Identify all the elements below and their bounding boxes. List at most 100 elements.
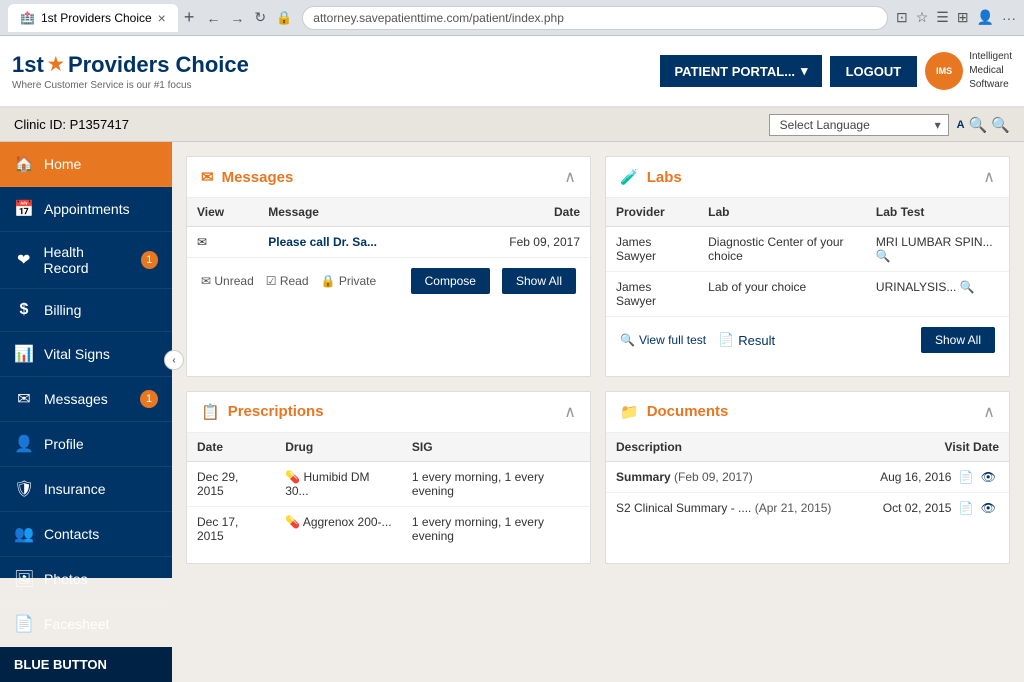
- refresh-button[interactable]: ↻: [252, 7, 268, 28]
- sidebar-item-profile[interactable]: 👤 Profile: [0, 422, 172, 467]
- profile-icon[interactable]: 👤: [977, 9, 994, 26]
- patient-portal-button[interactable]: PATIENT PORTAL... ▾: [660, 55, 821, 87]
- doc-desc-1: Summary (Feb 09, 2017): [606, 461, 859, 492]
- extensions-icon[interactable]: ⊞: [957, 9, 969, 26]
- lock-icon: 🔒: [274, 8, 294, 28]
- messages-title-icon: ✉: [201, 168, 214, 186]
- browser-tab[interactable]: 🏥 1st Providers Choice ×: [8, 4, 178, 32]
- prescriptions-title-icon: 📋: [201, 403, 220, 421]
- search-icon-footer: 🔍: [620, 333, 635, 347]
- labs-col-lab: Lab: [698, 198, 866, 227]
- sidebar-item-health-record[interactable]: ❤ Health Record 1: [0, 232, 172, 289]
- result-doc-icon: 📄: [718, 332, 734, 348]
- prescriptions-collapse-button[interactable]: ∧: [564, 402, 576, 422]
- accessibility-icons[interactable]: A 🔍 🔍: [957, 116, 1010, 134]
- labs-collapse-button[interactable]: ∧: [983, 167, 995, 187]
- sidebar-item-home[interactable]: 🏠 Home: [0, 142, 172, 187]
- logout-button[interactable]: LOGOUT: [830, 56, 918, 87]
- msg-view-icon: ✉: [187, 227, 258, 258]
- main-layout: 🏠 Home 📅 Appointments ❤ Health Record 1 …: [0, 142, 1024, 578]
- sidebar-collapse-button[interactable]: ‹: [164, 350, 184, 370]
- table-row: Summary (Feb 09, 2017) Aug 16, 2016 📄 👁: [606, 461, 1009, 492]
- blue-button[interactable]: BLUE BUTTON: [0, 647, 172, 682]
- lab-test-2: URINALYSIS... 🔍: [866, 272, 1009, 317]
- search-icon-2[interactable]: 🔍: [991, 116, 1010, 134]
- documents-panel-body: Description Visit Date Summary (Feb 09, …: [606, 433, 1009, 523]
- doc-file-icon-2[interactable]: 📄: [959, 501, 974, 515]
- sidebar-item-insurance[interactable]: 🛡 Insurance: [0, 467, 172, 512]
- messages-icon: ✉: [14, 389, 34, 409]
- doc-view-icon-2[interactable]: 👁: [981, 501, 996, 515]
- menu-icon[interactable]: ☰: [936, 9, 949, 26]
- compose-button[interactable]: Compose: [411, 268, 490, 294]
- documents-panel-header: 📁 Documents ∧: [606, 392, 1009, 433]
- browser-nav-controls: ← → ↻ 🔒: [204, 7, 294, 28]
- lab-search-icon-1[interactable]: 🔍: [876, 249, 891, 263]
- tab-close-button[interactable]: ×: [158, 10, 166, 26]
- sidebar-item-messages[interactable]: ✉ Messages 1: [0, 377, 172, 422]
- sidebar-label-billing: Billing: [44, 302, 81, 318]
- sidebar-item-vital-signs[interactable]: 📊 Vital Signs: [0, 332, 172, 377]
- doc-view-icon-1[interactable]: 👁: [981, 470, 996, 484]
- messages-col-view: View: [187, 198, 258, 227]
- back-button[interactable]: ←: [204, 8, 222, 28]
- patient-portal-label: PATIENT PORTAL...: [674, 64, 795, 79]
- sidebar-item-contacts[interactable]: 👥 Contacts: [0, 512, 172, 557]
- presc-sig-1: 1 every morning, 1 every evening: [402, 461, 590, 506]
- bookmark-icon[interactable]: ⊡: [896, 9, 908, 26]
- table-row: James Sawyer Diagnostic Center of your c…: [606, 227, 1009, 272]
- tab-favicon: 🏥: [20, 11, 35, 25]
- labs-panel-footer: 🔍 View full test 📄 Result Show All: [606, 316, 1009, 363]
- logo-star: ★: [48, 54, 64, 75]
- lab-name-1: Diagnostic Center of your choice: [698, 227, 866, 272]
- address-bar[interactable]: attorney.savepatienttime.com/patient/ind…: [302, 6, 888, 30]
- sidebar-item-photos[interactable]: 🖼 Photos: [0, 557, 172, 602]
- star-icon[interactable]: ☆: [916, 9, 929, 26]
- doc-actions-2: 📄 👁: [959, 501, 999, 515]
- facesheet-icon: 📄: [14, 614, 34, 634]
- app-header: 1st★Providers Choice Where Customer Serv…: [0, 36, 1024, 108]
- result-link[interactable]: 📄 Result: [718, 332, 775, 348]
- doc-file-icon-1[interactable]: 📄: [959, 470, 974, 484]
- browser-chrome: 🏥 1st Providers Choice × + ← → ↻ 🔒 attor…: [0, 0, 1024, 36]
- sidebar-label-messages: Messages: [44, 391, 108, 407]
- health-record-icon: ❤: [14, 250, 33, 270]
- sidebar-item-facesheet[interactable]: 📄 Facesheet: [0, 602, 172, 647]
- documents-collapse-button[interactable]: ∧: [983, 402, 995, 422]
- labs-col-test: Lab Test: [866, 198, 1009, 227]
- sidebar-item-billing[interactable]: $ Billing: [0, 289, 172, 332]
- language-select-wrapper[interactable]: Select Language English Spanish French: [769, 114, 949, 136]
- lab-search-icon-2[interactable]: 🔍: [960, 280, 975, 294]
- table-row: ✉ Please call Dr. Sa... Feb 09, 2017: [187, 227, 590, 258]
- sidebar-label-photos: Photos: [44, 571, 88, 587]
- search-icon-1[interactable]: 🔍: [969, 116, 988, 134]
- presc-col-sig: SIG: [402, 433, 590, 462]
- doc-col-description: Description: [606, 433, 859, 462]
- prescriptions-table: Date Drug SIG Dec 29, 2015 💊 Humibid DM …: [187, 433, 590, 551]
- messages-panel-title: ✉ Messages: [201, 168, 293, 186]
- sidebar-item-appointments[interactable]: 📅 Appointments: [0, 187, 172, 232]
- prescriptions-panel-body: Date Drug SIG Dec 29, 2015 💊 Humibid DM …: [187, 433, 590, 551]
- small-a-icon[interactable]: A: [957, 119, 965, 131]
- messages-col-message: Message: [258, 198, 453, 227]
- photos-icon: 🖼: [14, 569, 34, 589]
- new-tab-button[interactable]: +: [184, 7, 195, 28]
- view-full-test-link[interactable]: 🔍 View full test: [620, 333, 706, 347]
- table-row: S2 Clinical Summary - .... (Apr 21, 2015…: [606, 492, 1009, 523]
- doc-visit-date-1: Aug 16, 2016 📄 👁: [859, 461, 1009, 492]
- logo-text-2: Providers Choice: [68, 52, 249, 78]
- table-row: James Sawyer Lab of your choice URINALYS…: [606, 272, 1009, 317]
- sidebar-label-facesheet: Facesheet: [44, 616, 109, 632]
- msg-text[interactable]: Please call Dr. Sa...: [258, 227, 453, 258]
- messages-collapse-button[interactable]: ∧: [564, 167, 576, 187]
- ims-text: Intelligent Medical Software: [969, 50, 1012, 92]
- messages-show-all-button[interactable]: Show All: [502, 268, 576, 294]
- more-icon[interactable]: ···: [1002, 10, 1016, 26]
- unread-label: ✉ Unread: [201, 274, 254, 288]
- messages-panel-header: ✉ Messages ∧: [187, 157, 590, 198]
- pill-icon-1: 💊: [285, 470, 300, 484]
- language-select[interactable]: Select Language English Spanish French: [769, 114, 949, 136]
- labs-show-all-button[interactable]: Show All: [921, 327, 995, 353]
- forward-button[interactable]: →: [228, 8, 246, 28]
- messages-panel-body: View Message Date ✉ Please call Dr. Sa..…: [187, 198, 590, 257]
